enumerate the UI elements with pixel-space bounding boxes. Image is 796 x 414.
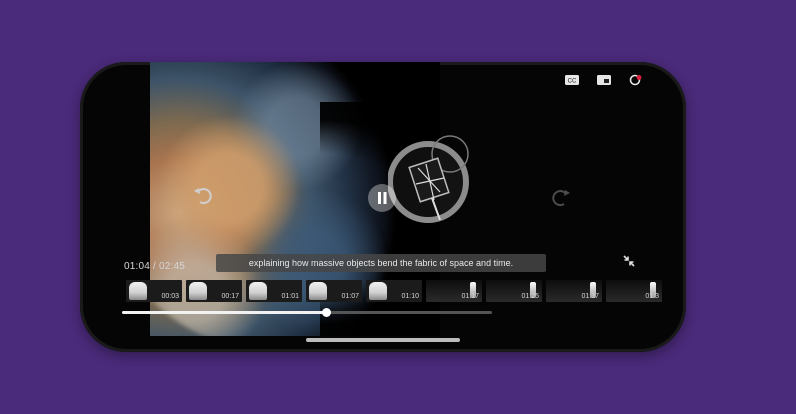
home-indicator xyxy=(306,338,460,342)
pause-icon xyxy=(378,192,387,204)
thumbnail-timestamp: 01:37 xyxy=(581,293,599,300)
thumbnail-image xyxy=(249,282,267,300)
thumbnail-image xyxy=(189,282,207,300)
forward-icon xyxy=(552,190,570,207)
forward-button[interactable] xyxy=(548,184,574,210)
progress-knob[interactable] xyxy=(321,308,331,317)
svg-text:CC: CC xyxy=(568,79,577,85)
timeline-thumbnail[interactable]: 01:17 xyxy=(426,280,482,302)
minimize-icon xyxy=(623,255,635,267)
pause-button[interactable] xyxy=(368,184,396,212)
progress-fill xyxy=(122,311,326,314)
thumbnail-timestamp: 01:25 xyxy=(521,293,539,300)
settings-icon[interactable] xyxy=(628,74,644,86)
exit-fullscreen-button[interactable] xyxy=(622,254,636,268)
thumbnail-timestamp: 01:07 xyxy=(341,293,359,300)
satellite-graphic xyxy=(388,135,469,223)
timeline-thumbnail[interactable]: 01:01 xyxy=(246,280,302,302)
phone-frame: CC 01:04 / 02:45 explaining how massive … xyxy=(80,62,686,352)
thumbnail-image xyxy=(369,282,387,300)
timeline-thumbnail[interactable]: 01:25 xyxy=(486,280,542,302)
timeline-thumbnail[interactable]: 01:3 xyxy=(606,280,662,302)
closed-captions-icon[interactable]: CC xyxy=(564,74,580,86)
picture-in-picture-icon[interactable] xyxy=(596,74,612,86)
timeline-thumbnail[interactable]: 01:07 xyxy=(306,280,362,302)
thumbnail-image xyxy=(129,282,147,300)
progress-bar[interactable] xyxy=(122,308,492,317)
rewind-button[interactable] xyxy=(190,182,216,208)
thumbnail-strip: 00:03 00:17 01:01 01:07 01:10 01:17 01:25 01:37… xyxy=(126,280,662,302)
thumbnail-image xyxy=(309,282,327,300)
timeline-thumbnail[interactable]: 00:17 xyxy=(186,280,242,302)
thumbnail-timestamp: 00:17 xyxy=(221,293,239,300)
top-toolbar: CC xyxy=(564,74,644,86)
timeline-thumbnail[interactable]: 01:10 xyxy=(366,280,422,302)
timeline-thumbnail[interactable]: 01:37 xyxy=(546,280,602,302)
thumbnail-timestamp: 00:03 xyxy=(161,293,179,300)
rewind-icon xyxy=(194,188,212,205)
subtitle-caption: explaining how massive objects bend the … xyxy=(216,254,546,272)
thumbnail-timestamp: 01:17 xyxy=(461,293,479,300)
timeline-thumbnail[interactable]: 00:03 xyxy=(126,280,182,302)
thumbnail-timestamp: 01:3 xyxy=(645,293,659,300)
thumbnail-timestamp: 01:10 xyxy=(401,293,419,300)
time-display: 01:04 / 02:45 xyxy=(124,261,185,272)
thumbnail-timestamp: 01:01 xyxy=(281,293,299,300)
